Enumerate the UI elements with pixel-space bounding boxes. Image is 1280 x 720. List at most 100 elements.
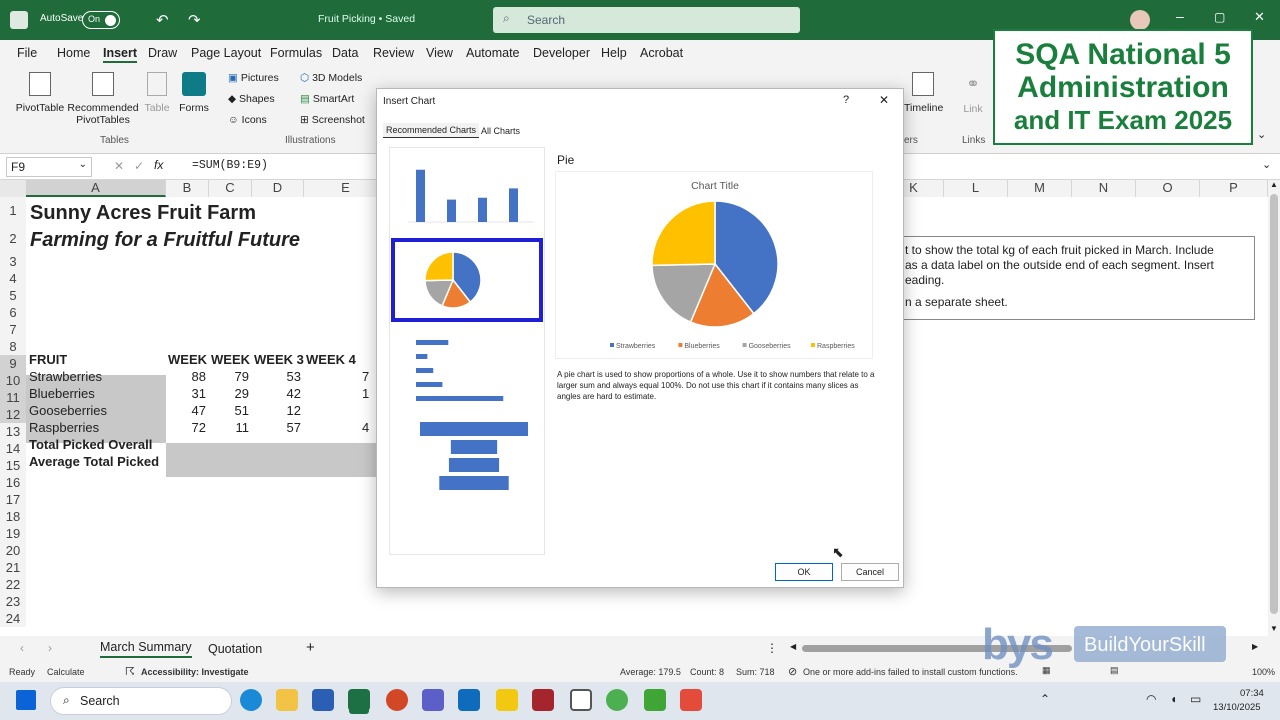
enter-formula-icon[interactable]: ✓ [134,159,144,173]
taskbar-teams-icon[interactable] [422,689,444,711]
autosave-toggle[interactable]: On [82,11,120,29]
row-header-13[interactable]: 13 [0,423,26,440]
dialog-help-icon[interactable]: ? [843,94,849,106]
row-header-15[interactable]: 15 [0,457,26,474]
row-header-1[interactable]: 1 [0,197,26,225]
menu-draw[interactable]: Draw [148,46,177,60]
row-header-17[interactable]: 17 [0,491,26,508]
shapes-button[interactable]: ◆ Shapes [228,93,275,105]
menu-review[interactable]: Review [373,46,414,60]
next-sheet-icon[interactable]: › [48,641,52,655]
row-header-14[interactable]: 14 [0,440,26,457]
row-header-23[interactable]: 23 [0,593,26,610]
row-header-12[interactable]: 12 [0,406,26,423]
wifi-icon[interactable]: ◠ [1146,692,1156,706]
tab-recommended-charts[interactable]: Recommended Charts [383,123,480,138]
menu-help[interactable]: Help [601,46,627,60]
clock-date[interactable]: 13/10/2025 [1213,702,1261,713]
taskbar-outlook-icon[interactable] [458,689,480,711]
taskbar-word-icon[interactable] [312,689,334,711]
taskbar-search[interactable]: ⌕ Search [50,687,232,715]
ribbon-collapse-icon[interactable]: ⌄ [1257,128,1266,141]
scroll-thumb[interactable] [1270,194,1278,614]
insert-function-icon[interactable]: fx [154,158,163,172]
row-header-18[interactable]: 18 [0,508,26,525]
column-header-a[interactable]: A [26,180,166,197]
taskbar-chrome-icon[interactable] [606,689,628,711]
column-header-o[interactable]: O [1136,180,1200,197]
pivottable-button[interactable]: PivotTable [14,70,66,114]
cancel-formula-icon[interactable]: ✕ [114,159,124,173]
menu-insert[interactable]: Insert [103,46,138,63]
taskbar-access-icon[interactable] [532,689,554,711]
taskbar-camtasia-icon[interactable] [644,689,666,711]
taskbar-power-bi-icon[interactable] [496,689,518,711]
column-header-c[interactable]: C [209,180,252,197]
gooseberries-week-3[interactable]: 12 [252,402,301,419]
menu-automate[interactable]: Automate [466,46,520,60]
status-calculate[interactable]: Calculate [47,667,85,677]
menu-developer[interactable]: Developer [533,46,590,60]
menu-formulas[interactable]: Formulas [270,46,322,60]
status-accessibility[interactable]: Accessibility: Investigate [141,667,249,677]
screenshot-button[interactable]: ⊞ Screenshot [300,114,365,126]
redo-icon[interactable]: ↷ [188,11,201,29]
row-header-24[interactable]: 24 [0,610,26,627]
farm-title[interactable]: Sunny Acres Fruit Farm [30,201,256,225]
vertical-scrollbar[interactable]: ▲ ▼ [1268,180,1280,636]
pictures-button[interactable]: ▣ Pictures [228,72,279,84]
thumbnail-pie-selected[interactable] [391,238,543,322]
thumbnail-clustered-bar[interactable] [394,328,540,412]
thumbnail-clustered-column[interactable] [394,150,540,234]
row-header-9[interactable]: 9 [0,355,26,372]
expand-formula-bar-icon[interactable]: ⌄ [1262,158,1271,171]
maximize-icon[interactable]: ▢ [1214,10,1225,24]
avatar[interactable] [1130,10,1150,30]
row-header-21[interactable]: 21 [0,559,26,576]
farm-subtitle[interactable]: Farming for a Fruitful Future [30,228,300,252]
smartart-button[interactable]: ▤ SmartArt [300,93,354,105]
row-header-7[interactable]: 7 [0,321,26,338]
column-header-m[interactable]: M [1008,180,1072,197]
strawberries-week-3[interactable]: 53 [252,368,301,385]
menu-home[interactable]: Home [57,46,90,60]
gooseberries-week-1[interactable]: 47 [166,402,206,419]
add-sheet-icon[interactable]: + [306,639,315,656]
blueberries-week-1[interactable]: 31 [166,385,206,402]
row-header-11[interactable]: 11 [0,389,26,406]
raspberries-week-3[interactable]: 57 [252,419,301,436]
strawberries-week-1[interactable]: 88 [166,368,206,385]
raspberries-week-4[interactable]: 4 [362,419,376,436]
fruit-name-gooseberries[interactable]: Gooseberries [29,402,107,419]
windows-start-icon[interactable] [16,690,36,710]
blueberries-week-3[interactable]: 42 [252,385,301,402]
system-tray-chevron-icon[interactable]: ⌃ [1040,692,1050,706]
ok-button[interactable]: OK [775,563,833,581]
raspberries-week-1[interactable]: 72 [166,419,206,436]
strawberries-week-4[interactable]: 7 [362,368,376,385]
3d-models-button[interactable]: ⬡ 3D Models [300,72,362,84]
dialog-close-icon[interactable]: ✕ [879,93,889,107]
undo-icon[interactable]: ↶ [156,11,169,29]
tab-all-charts[interactable]: All Charts [481,126,520,136]
row-header-3[interactable]: 3 [0,253,26,270]
recommended-pivottables-button[interactable]: Recommended PivotTables [66,70,140,126]
raspberries-week-2[interactable]: 11 [209,419,250,436]
row-header-6[interactable]: 6 [0,304,26,321]
menu-view[interactable]: View [426,46,453,60]
icons-button[interactable]: ☺ Icons [228,114,267,126]
sheet-tab-march-summary[interactable]: March Summary [100,640,192,658]
thumbnail-funnel[interactable] [394,414,540,498]
taskbar-edge-icon[interactable] [240,689,262,711]
header-week-4[interactable]: WEEK 4 [306,351,356,368]
close-window-icon[interactable]: ✕ [1254,9,1265,25]
header-week-3[interactable]: WEEK 3 [254,351,304,368]
row-header-10[interactable]: 10 [0,372,26,389]
column-header-l[interactable]: L [944,180,1008,197]
gooseberries-week-2[interactable]: 51 [209,402,249,419]
minimize-icon[interactable]: – [1176,8,1184,24]
menu-file[interactable]: File [17,46,37,60]
fruit-name-strawberries[interactable]: Strawberries [29,368,102,385]
row-header-8[interactable]: 8 [0,338,26,355]
taskbar-recorder-icon[interactable] [680,689,702,711]
